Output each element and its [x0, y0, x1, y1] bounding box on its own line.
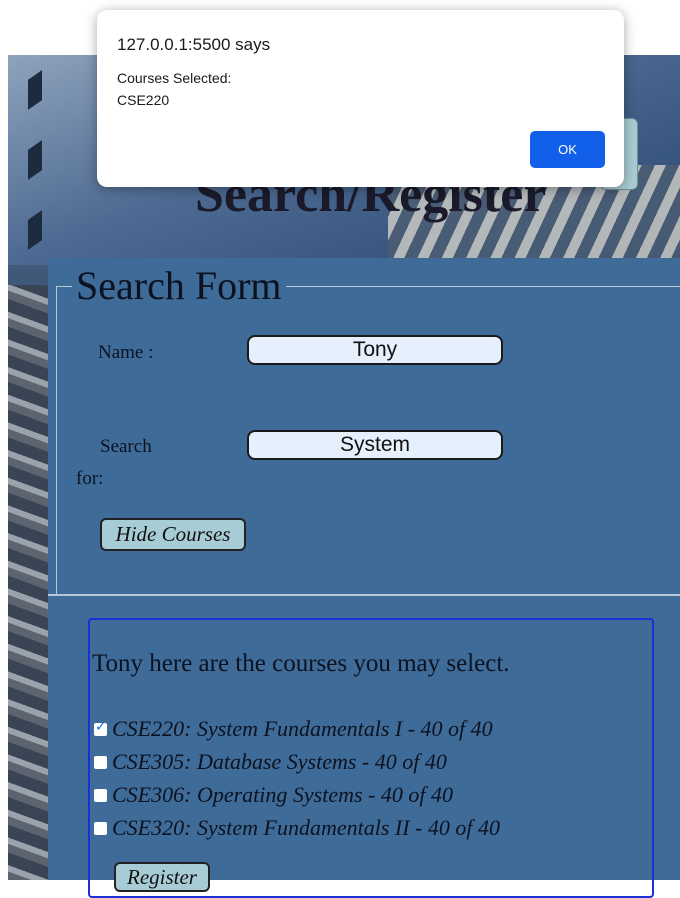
course-label: CSE220: System Fundamentals I - 40 of 40 — [112, 716, 493, 741]
name-input[interactable]: Tony — [247, 335, 503, 365]
alert-dialog: 127.0.0.1:5500 says Courses Selected: CS… — [97, 10, 624, 187]
course-item-cse305[interactable]: CSE305: Database Systems - 40 of 40 — [94, 749, 447, 775]
course-label: CSE306: Operating Systems - 40 of 40 — [112, 782, 453, 807]
course-item-cse220[interactable]: CSE220: System Fundamentals I - 40 of 40 — [94, 716, 493, 742]
course-label: CSE320: System Fundamentals II - 40 of 4… — [112, 815, 500, 840]
dialog-message: Courses Selected: — [117, 70, 232, 86]
name-label: Name : — [98, 342, 154, 363]
ok-button[interactable]: OK — [530, 131, 605, 168]
course-item-cse306[interactable]: CSE306: Operating Systems - 40 of 40 — [94, 782, 453, 808]
courses-intro-text: Tony here are the courses you may select… — [92, 650, 510, 677]
checkbox[interactable] — [94, 755, 107, 769]
hide-courses-button[interactable]: Hide Courses — [100, 518, 246, 551]
register-button[interactable]: Register — [114, 862, 210, 892]
course-item-cse320[interactable]: CSE320: System Fundamentals II - 40 of 4… — [94, 815, 500, 841]
checkbox[interactable] — [94, 788, 107, 802]
course-label: CSE305: Database Systems - 40 of 40 — [112, 749, 447, 774]
dialog-message-value: CSE220 — [117, 92, 170, 108]
checkbox[interactable] — [94, 821, 107, 835]
search-form-legend: Search Form — [72, 264, 286, 308]
section-divider — [48, 594, 680, 596]
search-label-continued: for: — [76, 468, 104, 489]
search-label: Search — [100, 436, 152, 457]
checkbox-checked[interactable] — [94, 719, 107, 736]
search-input[interactable]: System — [247, 430, 503, 460]
dialog-origin: 127.0.0.1:5500 says — [117, 35, 271, 54]
